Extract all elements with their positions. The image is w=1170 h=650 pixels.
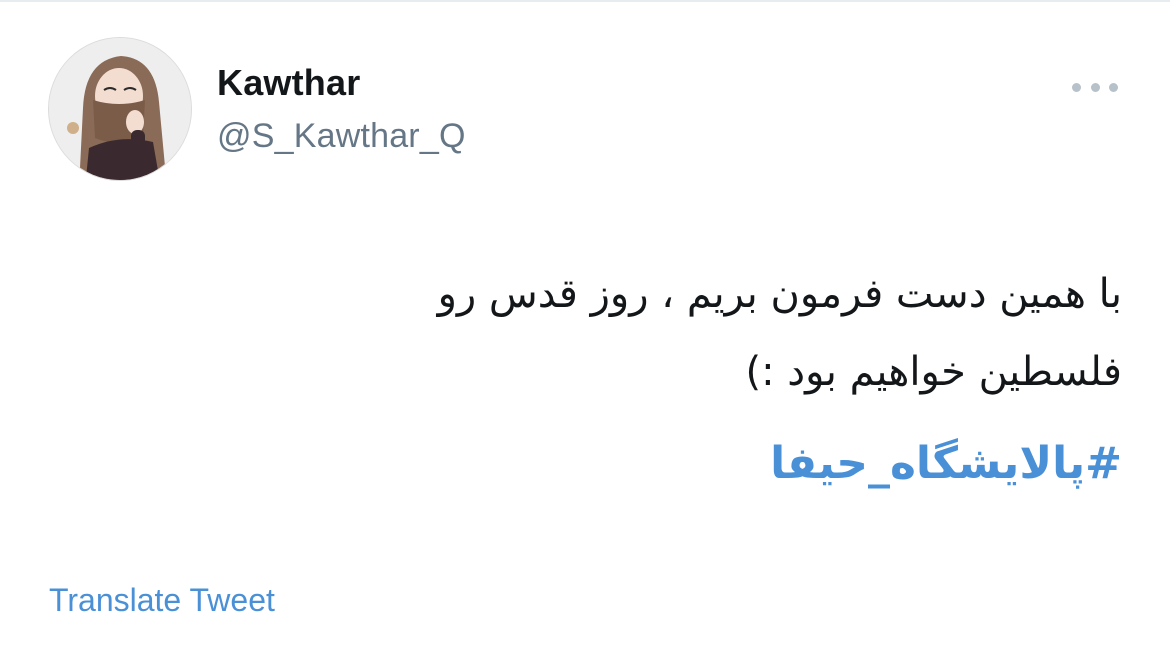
more-horizontal-icon xyxy=(1072,82,1081,92)
hashtag-link[interactable]: #پالایشگاه_حیفا xyxy=(770,425,1122,503)
avatar-hijab-illustration xyxy=(49,38,191,180)
top-divider xyxy=(0,0,1170,2)
more-options-button[interactable] xyxy=(1072,76,1118,98)
more-dot xyxy=(1109,82,1118,92)
author-handle[interactable]: @S_Kawthar_Q xyxy=(217,117,466,156)
avatar[interactable] xyxy=(48,37,192,181)
author-display-name[interactable]: Kawthar xyxy=(217,62,360,104)
tweet-text: با همین دست فرمون بریم ، روز قدس رو فلسط… xyxy=(202,255,1122,411)
translate-tweet-link[interactable]: Translate Tweet xyxy=(49,582,275,619)
tweet-text-line: با همین دست فرمون بریم ، روز قدس رو xyxy=(437,271,1122,317)
more-dot xyxy=(1090,82,1100,92)
tweet-text-line: فلسطین خواهیم بود :) xyxy=(745,349,1122,395)
